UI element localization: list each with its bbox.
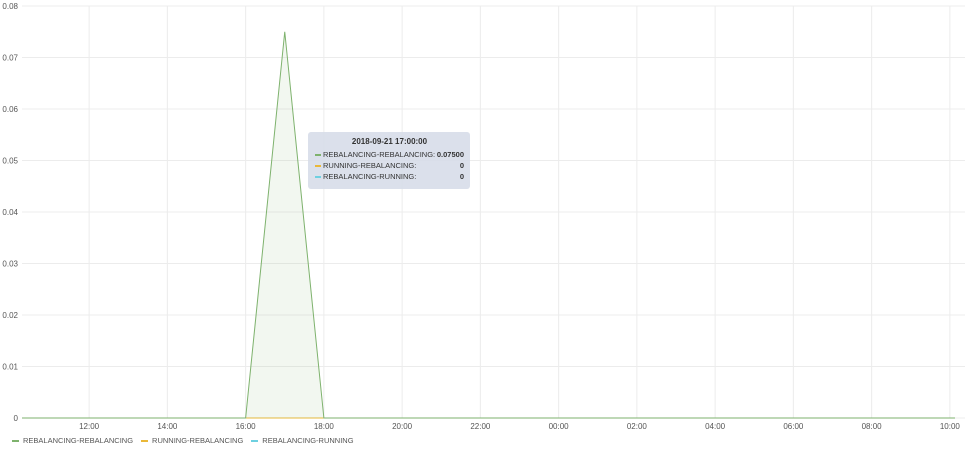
- legend-swatch: [141, 439, 149, 442]
- tooltip-swatch: [315, 164, 321, 167]
- tooltip-swatch: [315, 175, 321, 178]
- x-tick-label: 16:00: [236, 422, 257, 431]
- y-tick-label: 0.08: [2, 2, 18, 11]
- tooltip-series-value: 0: [459, 161, 464, 170]
- y-tick-label: 0.07: [2, 54, 18, 63]
- legend-item-rebalancing-running[interactable]: REBALANCING-RUNNING: [251, 436, 354, 445]
- x-tick-label: 10:00: [940, 422, 961, 431]
- y-tick-label: 0.01: [2, 363, 18, 372]
- legend-swatch: [12, 439, 19, 442]
- y-axis-ticks: 0 0.01 0.02 0.03 0.04 0.05 0.06 0.07 0.08: [2, 2, 18, 423]
- chart-plot[interactable]: 00.010.020.030.040.050.060.070.08 12:00 1…: [0, 0, 975, 450]
- tooltip-row: RUNNING-REBALANCING: 0: [315, 160, 464, 171]
- y-tick-label: 0.04: [2, 208, 18, 217]
- tooltip-row: REBALANCING-REBALANCING: 0.07500: [315, 149, 464, 160]
- tooltip-series-name: RUNNING-REBALANCING:: [323, 161, 417, 170]
- y-tick-label: 0.05: [2, 157, 18, 166]
- x-tick-label: 06:00: [783, 422, 804, 431]
- tooltip-row: REBALANCING-RUNNING: 0: [315, 171, 464, 182]
- x-tick-label: 20:00: [392, 422, 413, 431]
- tooltip-title: 2018-09-21 17:00:00: [351, 137, 428, 146]
- x-tick-label: 14:00: [157, 422, 178, 431]
- legend-label: REBALANCING-REBALANCING: [23, 436, 134, 445]
- y-tick-label: 0.03: [2, 260, 18, 269]
- y-tick-label: 0.02: [2, 311, 18, 320]
- x-tick-label: 08:00: [862, 422, 883, 431]
- x-tick-label: 12:00: [79, 422, 100, 431]
- chart-tooltip: 2018-09-21 17:00:00 REBALANCING-REBALANC…: [308, 132, 470, 189]
- grid: [22, 5, 965, 419]
- y-tick-label: 0: [14, 414, 19, 423]
- x-tick-label: 00:00: [549, 422, 570, 431]
- series-area: [22, 31, 955, 418]
- x-tick-label: 02:00: [627, 422, 648, 431]
- tooltip-series-value: 0.07500: [436, 150, 464, 159]
- legend-item-rebalancing-rebalancing[interactable]: REBALANCING-REBALANCING: [12, 436, 133, 445]
- tooltip-series-name: REBALANCING-REBALANCING:: [323, 150, 436, 159]
- series-line: [22, 31, 955, 419]
- chart-container: 0 0.01 0.02 0.03 0.04 0.05 0.06 0.07 0.08 12:00 1…: [0, 0, 975, 450]
- x-axis-ticks: 12:00 14:00 16:00 18:00 20:00 22:00 00:00 02:00…: [79, 422, 960, 431]
- chart-legend: REBALANCING-REBALANCING RUNNING-REBALANC…: [12, 436, 354, 445]
- legend-label: RUNNING-REBALANCING: [152, 436, 244, 445]
- legend-item-running-rebalancing[interactable]: RUNNING-REBALANCING: [141, 436, 243, 445]
- y-tick-label: 0.06: [2, 105, 18, 114]
- legend-label: REBALANCING-RUNNING: [262, 436, 354, 445]
- x-tick-label: 22:00: [470, 422, 491, 431]
- x-tick-label: 18:00: [314, 422, 335, 431]
- legend-swatch: [251, 439, 259, 442]
- x-tick-label: 04:00: [705, 422, 726, 431]
- series-layer: [22, 31, 955, 419]
- tooltip-series-value: 0: [459, 172, 464, 181]
- tooltip-series-name: REBALANCING-RUNNING:: [323, 172, 417, 181]
- tooltip-swatch: [315, 153, 321, 156]
